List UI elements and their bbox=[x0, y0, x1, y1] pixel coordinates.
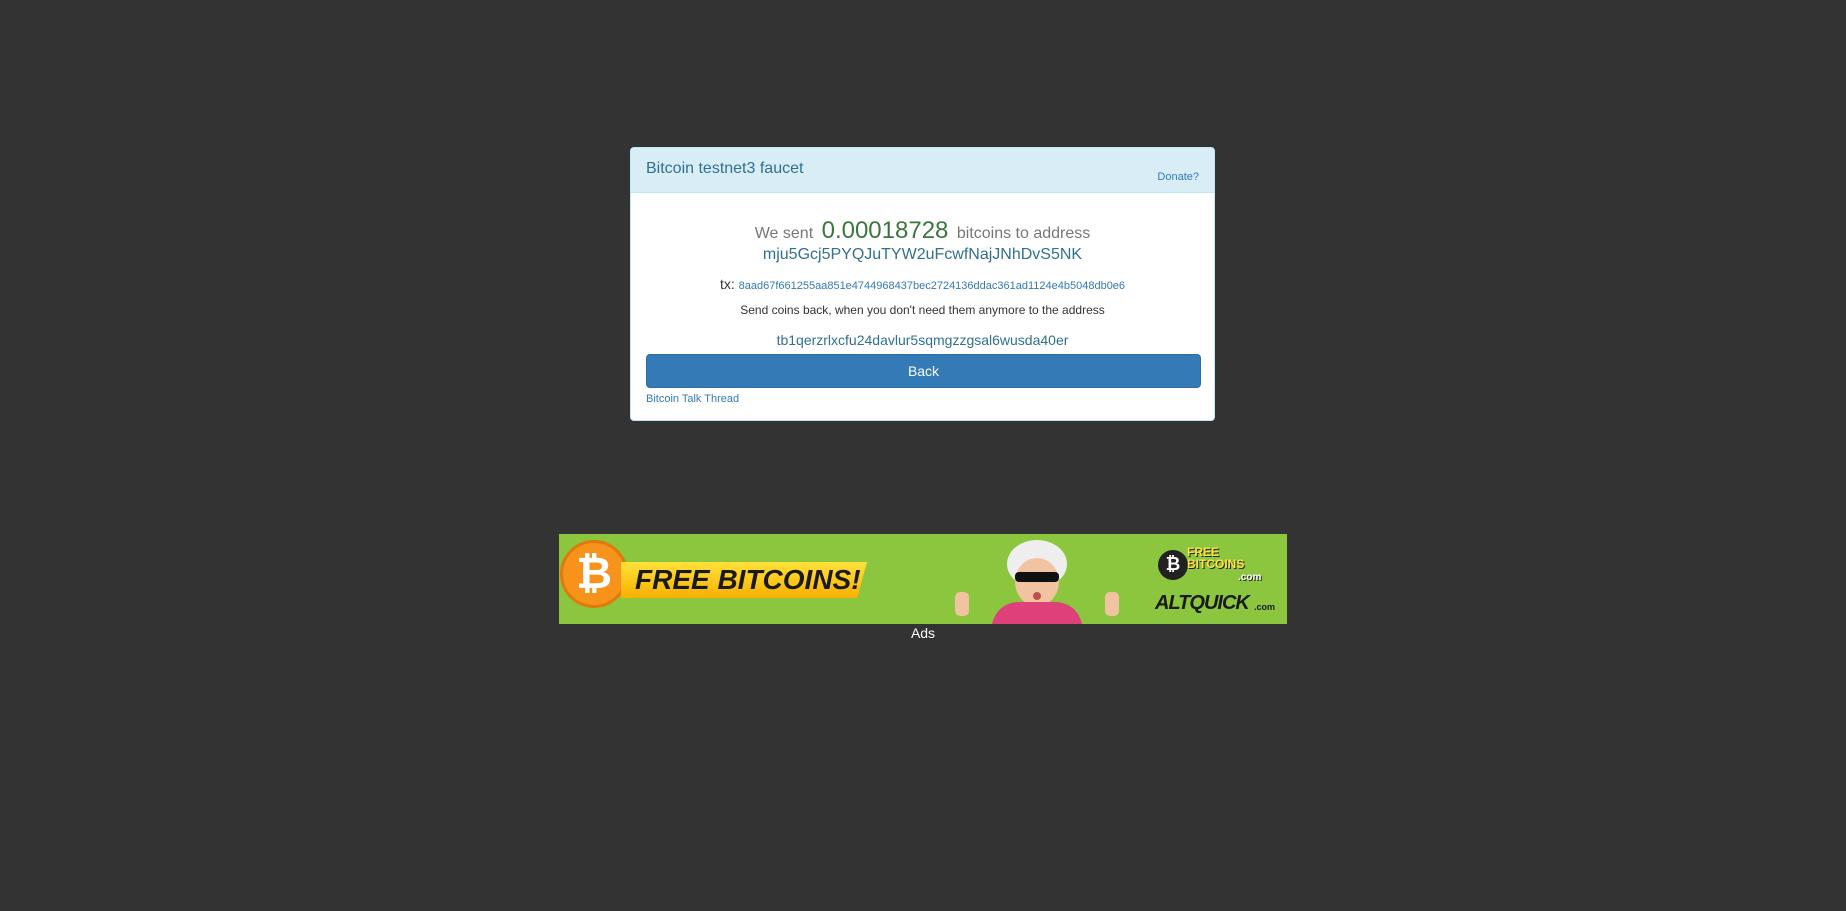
ad-altquick-com: .com bbox=[1254, 602, 1276, 612]
to-address-text: bitcoins to address bbox=[956, 225, 1091, 242]
ad-altquick-logo: ALTQUICK bbox=[1155, 592, 1250, 614]
tx-line: tx: 8aad67f661255aa851e4744968437bec2724… bbox=[646, 274, 1199, 296]
sent-summary: We sent 0.00018728 bitcoins to address bbox=[646, 217, 1199, 245]
faucet-panel: Bitcoin testnet3 faucet Donate? We sent … bbox=[630, 147, 1215, 421]
we-sent-text: We sent bbox=[754, 225, 814, 242]
panel-body: We sent 0.00018728 bitcoins to address m… bbox=[631, 217, 1214, 405]
ad-brand-line2: BITCOINS bbox=[1187, 557, 1245, 571]
tx-hash-link[interactable]: 8aad67f661255aa851e4744968437bec2724136d… bbox=[739, 280, 1125, 292]
panel-heading: Bitcoin testnet3 faucet Donate? bbox=[631, 148, 1214, 193]
donate-link[interactable]: Donate? bbox=[1157, 171, 1199, 183]
ad-brand: FREE BITCOINS bbox=[1187, 546, 1282, 570]
return-address: tb1qerzrlxcfu24davlur5sqmgzzgsal6wusda40… bbox=[776, 332, 1069, 348]
brand-bitcoin-icon: ₿ bbox=[1158, 550, 1188, 580]
panel-title: Bitcoin testnet3 faucet bbox=[646, 160, 804, 177]
recipient-address-link[interactable]: mju5Gcj5PYQJuTYW2uFcwfNajJNhDvS5NK bbox=[646, 245, 1199, 265]
sent-amount: 0.00018728 bbox=[821, 217, 949, 244]
ad-person-image bbox=[955, 540, 1119, 624]
bitcoin-icon: ₿ bbox=[560, 540, 628, 608]
tx-label: tx: bbox=[719, 276, 735, 292]
bitcoin-talk-thread-link[interactable]: Bitcoin Talk Thread bbox=[646, 393, 1199, 405]
ad-brand-sub: .com bbox=[1238, 572, 1262, 583]
back-button[interactable]: Back bbox=[646, 354, 1201, 388]
ad-headline: FREE BITCOINS! bbox=[635, 564, 861, 595]
ads-label: Ads bbox=[910, 625, 936, 641]
ad-banner[interactable]: ₿ FREE BITCOINS! ₿ FREE BITCOINS .com AL… bbox=[559, 534, 1287, 624]
send-back-text: Send coins back, when you don't need the… bbox=[740, 303, 1105, 317]
